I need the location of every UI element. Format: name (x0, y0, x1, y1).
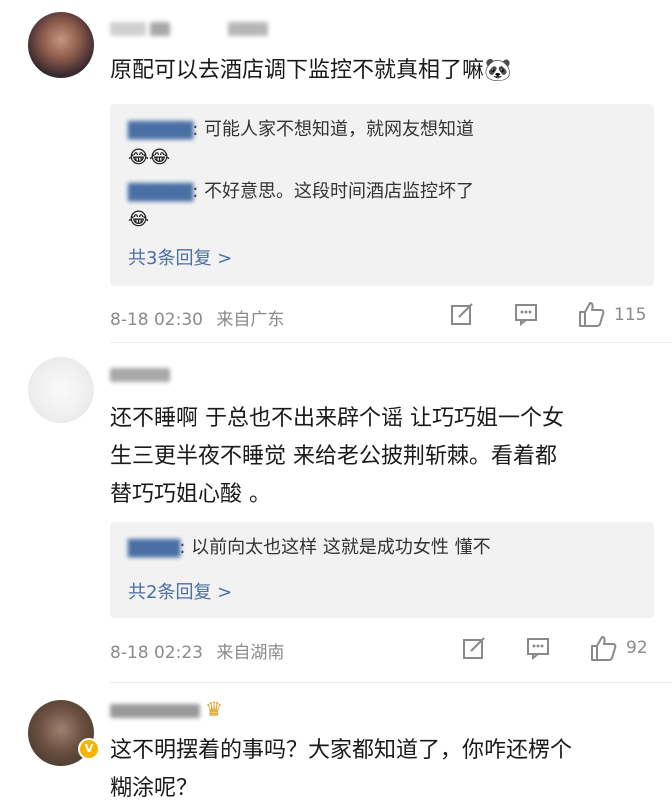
reply-text: : 不好意思。这段时间酒店监控坏了 (192, 181, 475, 202)
comment-text: 还不睡啊 于总也不出来辟个谣 让巧巧姐一个女 生三更半夜不睡觉 来给老公披荆斩棘… (110, 406, 564, 507)
timestamp: 8-18 02:23 (110, 643, 203, 663)
panda-emoji-icon: 🐼 (484, 58, 512, 83)
comment-text: 原配可以去酒店调下监控不就真相了嘛🐼 (110, 58, 512, 83)
comment-meta: 8-18 02:30 来自广东 (110, 305, 284, 330)
comment-meta: 8-18 02:23 来自湖南 (110, 638, 284, 663)
username-blurred[interactable] (150, 22, 170, 36)
like-icon[interactable] (577, 300, 605, 333)
more-replies-link[interactable]: 共2条回复 > (128, 578, 232, 604)
reply-text: : 以前向太也这样 这就是成功女性 懂不 (179, 537, 491, 558)
comment-icon[interactable] (514, 302, 538, 331)
divider (110, 342, 672, 343)
location: 来自湖南 (216, 643, 285, 663)
reply-username[interactable]: ▇▇▇▇▇ (128, 119, 193, 140)
repost-icon[interactable] (450, 302, 474, 331)
avatar[interactable] (28, 357, 94, 423)
timestamp: 8-18 02:30 (110, 310, 203, 330)
more-replies-link[interactable]: 共3条回复 > (128, 244, 232, 270)
reply-box[interactable]: ▇▇▇▇: 以前向太也这样 这就是成功女性 懂不 共2条回复 > (110, 522, 654, 618)
verified-badge-icon: V (78, 738, 100, 760)
reply-username[interactable]: ▇▇▇▇ (128, 537, 180, 558)
username-blurred[interactable] (228, 22, 268, 36)
divider (110, 682, 672, 683)
reply-text: : 可能人家不想知道，就网友想知道 (192, 119, 475, 140)
avatar[interactable] (28, 12, 94, 78)
laugh-emoji-icon: 😂😂 (128, 147, 171, 168)
reply-item[interactable]: ▇▇▇▇▇: 不好意思。这段时间酒店监控坏了 (128, 178, 474, 206)
username-blurred[interactable] (110, 704, 200, 718)
repost-icon[interactable] (462, 636, 486, 665)
laugh-emoji-icon: 😂 (128, 209, 150, 230)
comment-icon[interactable] (526, 636, 550, 665)
reply-username[interactable]: ▇▇▇▇▇ (128, 181, 193, 202)
location: 来自广东 (216, 310, 285, 330)
like-count: 115 (614, 305, 647, 325)
reply-box[interactable]: ▇▇▇▇▇: 可能人家不想知道，就网友想知道 😂😂 ▇▇▇▇▇: 不好意思。这段… (110, 104, 654, 286)
comment-text: 这不明摆着的事吗？大家都知道了，你咋还楞个 糊涂呢？ (110, 738, 573, 801)
like-count: 92 (626, 638, 648, 658)
username-blurred[interactable] (110, 22, 146, 36)
crown-icon: ♛ (205, 697, 223, 721)
username-blurred[interactable] (110, 368, 170, 382)
reply-item[interactable]: ▇▇▇▇▇: 可能人家不想知道，就网友想知道 (128, 116, 474, 144)
reply-item[interactable]: ▇▇▇▇: 以前向太也这样 这就是成功女性 懂不 (128, 534, 491, 562)
like-icon[interactable] (589, 634, 617, 667)
